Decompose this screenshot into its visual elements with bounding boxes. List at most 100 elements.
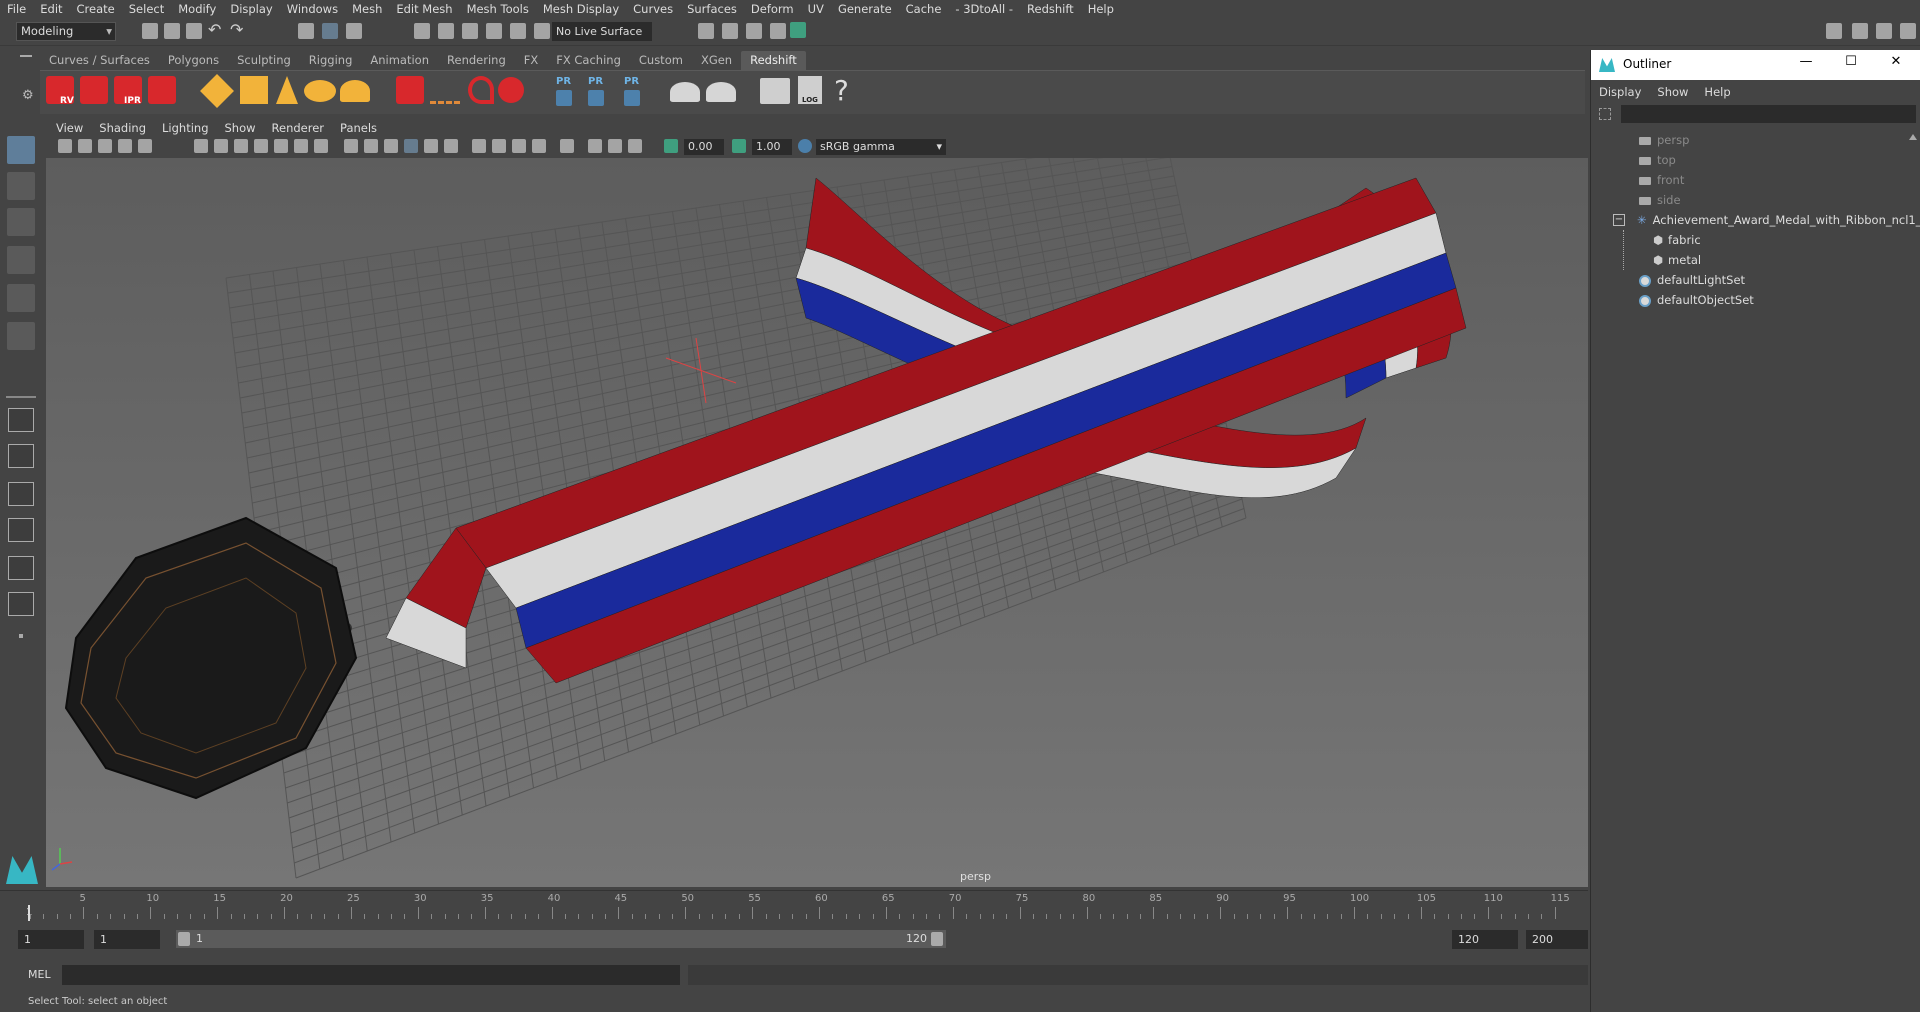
render-settings-icon[interactable] bbox=[770, 23, 786, 39]
select-by-hierarchy-icon[interactable] bbox=[298, 23, 314, 39]
exposure-icon[interactable] bbox=[664, 139, 678, 153]
outliner-item-persp[interactable]: persp bbox=[1639, 130, 1689, 150]
animation-end-field[interactable]: 200 bbox=[1526, 930, 1588, 949]
outliner-titlebar[interactable]: Outliner — ☐ ✕ bbox=[1591, 50, 1920, 80]
shelf-menu-icon[interactable] bbox=[20, 55, 32, 57]
gamma-icon[interactable] bbox=[732, 139, 746, 153]
outliner-item-default-light-set[interactable]: defaultLightSet bbox=[1639, 270, 1745, 290]
outliner-menu-help[interactable]: Help bbox=[1696, 82, 1738, 102]
select-by-object-icon[interactable] bbox=[322, 23, 338, 39]
menu-modify[interactable]: Modify bbox=[171, 2, 223, 16]
grid-toggle-icon[interactable] bbox=[194, 139, 208, 153]
depth-of-field-icon[interactable] bbox=[532, 139, 546, 153]
tab-rendering[interactable]: Rendering bbox=[438, 51, 515, 70]
tab-sculpting[interactable]: Sculpting bbox=[228, 51, 300, 70]
rs-dome-light-icon[interactable] bbox=[304, 80, 336, 102]
menu-deform[interactable]: Deform bbox=[744, 2, 801, 16]
paint-select-tool-icon[interactable] bbox=[7, 208, 35, 236]
safe-title-icon[interactable] bbox=[314, 139, 328, 153]
tab-fx-caching[interactable]: FX Caching bbox=[547, 51, 630, 70]
time-slider[interactable]: 1 5 10 15 20 25 30 35 40 45 50 55 60 65 70 75 80 85 90 95 1… bbox=[0, 890, 1588, 921]
menu-mesh[interactable]: Mesh bbox=[345, 2, 389, 16]
persp-outliner-layout-icon[interactable] bbox=[8, 482, 34, 506]
viewport-menu-lighting[interactable]: Lighting bbox=[154, 121, 216, 137]
xray-icon[interactable] bbox=[588, 139, 602, 153]
tab-curves-surfaces[interactable]: Curves / Surfaces bbox=[40, 51, 159, 70]
minimize-button[interactable]: — bbox=[1786, 54, 1826, 69]
tab-custom[interactable]: Custom bbox=[630, 51, 692, 70]
range-end-handle[interactable] bbox=[931, 932, 943, 946]
outliner-item-side[interactable]: side bbox=[1639, 190, 1681, 210]
menu-surfaces[interactable]: Surfaces bbox=[680, 2, 744, 16]
modeling-toolkit-icon[interactable] bbox=[1826, 23, 1842, 39]
snap-live-icon[interactable] bbox=[510, 23, 526, 39]
viewport-menu-shading[interactable]: Shading bbox=[91, 121, 154, 137]
playback-end-field[interactable]: 120 bbox=[1452, 930, 1518, 949]
menu-cache[interactable]: Cache bbox=[899, 2, 949, 16]
wireframe-on-shaded-icon[interactable] bbox=[384, 139, 398, 153]
redo-icon[interactable]: ↷ bbox=[230, 20, 243, 39]
tool-settings-icon[interactable] bbox=[1876, 23, 1892, 39]
isolate-select-icon[interactable] bbox=[560, 139, 574, 153]
attribute-editor-icon[interactable] bbox=[1852, 23, 1868, 39]
save-scene-icon[interactable] bbox=[186, 23, 202, 39]
viewport-menu-view[interactable]: View bbox=[48, 121, 91, 137]
tab-xgen[interactable]: XGen bbox=[692, 51, 741, 70]
use-all-lights-icon[interactable] bbox=[424, 139, 438, 153]
gate-mask-icon[interactable] bbox=[254, 139, 268, 153]
motion-blur-icon[interactable] bbox=[492, 139, 506, 153]
tab-polygons[interactable]: Polygons bbox=[159, 51, 228, 70]
rs-proxy-import-icon[interactable] bbox=[588, 90, 604, 106]
menu-file[interactable]: File bbox=[0, 2, 33, 16]
ambient-occlusion-icon[interactable] bbox=[472, 139, 486, 153]
animation-start-field[interactable]: 1 bbox=[18, 930, 84, 949]
redshift-render-settings-icon[interactable] bbox=[148, 76, 176, 104]
close-button[interactable]: ✕ bbox=[1876, 54, 1916, 69]
wireframe-icon[interactable] bbox=[344, 139, 358, 153]
rs-hair-icon[interactable] bbox=[430, 76, 460, 104]
2d-pan-zoom-icon[interactable] bbox=[118, 139, 132, 153]
menu-mesh-tools[interactable]: Mesh Tools bbox=[460, 2, 536, 16]
menu-help[interactable]: Help bbox=[1081, 2, 1121, 16]
select-by-component-icon[interactable] bbox=[346, 23, 362, 39]
tab-animation[interactable]: Animation bbox=[361, 51, 438, 70]
safe-action-icon[interactable] bbox=[294, 139, 308, 153]
more-layouts-icon[interactable] bbox=[19, 634, 23, 638]
menu-display[interactable]: Display bbox=[223, 2, 279, 16]
textured-icon[interactable] bbox=[404, 139, 418, 153]
render-frame-icon[interactable] bbox=[698, 23, 714, 39]
menu-windows[interactable]: Windows bbox=[280, 2, 345, 16]
outliner-menu-display[interactable]: Display bbox=[1591, 82, 1649, 102]
xray-joints-icon[interactable] bbox=[608, 139, 622, 153]
menu-edit[interactable]: Edit bbox=[33, 2, 69, 16]
viewport-menu-renderer[interactable]: Renderer bbox=[264, 121, 333, 137]
persp-hypershade-layout-icon[interactable] bbox=[8, 556, 34, 580]
smooth-shade-icon[interactable] bbox=[364, 139, 378, 153]
field-chart-icon[interactable] bbox=[274, 139, 288, 153]
outliner-item-top[interactable]: top bbox=[1639, 150, 1676, 170]
view-transform-select[interactable]: sRGB gamma ▾ bbox=[816, 139, 946, 155]
snap-curve-icon[interactable] bbox=[438, 23, 454, 39]
resolution-gate-icon[interactable] bbox=[234, 139, 248, 153]
xray-components-icon[interactable] bbox=[628, 139, 642, 153]
rs-spot-light-icon[interactable] bbox=[276, 76, 298, 104]
undo-icon[interactable]: ↶ bbox=[208, 20, 221, 39]
film-gate-icon[interactable] bbox=[214, 139, 228, 153]
image-plane-icon[interactable] bbox=[98, 139, 112, 153]
outliner-search-input[interactable] bbox=[1621, 105, 1916, 123]
outliner-item-fabric[interactable]: ⬢ fabric bbox=[1653, 230, 1701, 250]
snap-grid-icon[interactable] bbox=[414, 23, 430, 39]
outliner-menu-show[interactable]: Show bbox=[1649, 82, 1696, 102]
gamma-field[interactable]: 1.00 bbox=[752, 139, 792, 155]
help-icon[interactable]: ? bbox=[834, 74, 849, 107]
maximize-button[interactable]: ☐ bbox=[1831, 54, 1871, 69]
camera-attributes-icon[interactable] bbox=[58, 139, 72, 153]
exposure-field[interactable]: 0.00 bbox=[684, 139, 724, 155]
move-tool-icon[interactable] bbox=[7, 246, 35, 274]
playback-start-field[interactable]: 1 bbox=[94, 930, 160, 949]
redshift-render-icon[interactable] bbox=[80, 76, 108, 104]
workspace-select[interactable]: Modeling ▾ bbox=[16, 22, 116, 41]
rs-material-ball-icon[interactable] bbox=[498, 77, 524, 103]
menu-select[interactable]: Select bbox=[122, 2, 171, 16]
bookmark-icon[interactable] bbox=[78, 139, 92, 153]
